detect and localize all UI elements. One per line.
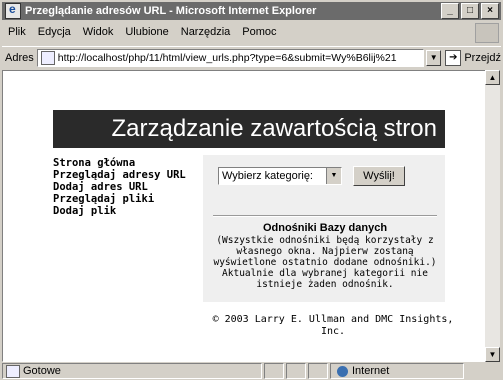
menu-file[interactable]: Plik [8, 26, 26, 38]
address-input[interactable]: http://localhost/php/11/html/view_urls.p… [36, 49, 424, 67]
menu-help[interactable]: Pomoc [242, 26, 276, 38]
go-button[interactable]: ➔ Przejdź [445, 50, 501, 66]
status-cell [264, 363, 284, 379]
address-dropdown-button[interactable]: ▼ [426, 50, 442, 66]
divider [213, 215, 437, 217]
close-button[interactable]: × [481, 3, 499, 19]
title-bar: Przeglądanie adresów URL - Microsoft Int… [2, 2, 501, 20]
menu-view[interactable]: Widok [83, 26, 114, 38]
address-url: http://localhost/php/11/html/view_urls.p… [57, 52, 397, 64]
nav-link-add-file[interactable]: Dodaj plik [53, 205, 186, 217]
page-viewport: Zarządzanie zawartością stron Strona głó… [2, 70, 486, 362]
links-text-line: (Wszystkie odnośniki będą korzystały z [216, 235, 434, 246]
links-text-line: wyświetlone ostatnio dodane odnośniki.) [213, 257, 437, 268]
windows-logo-icon [475, 23, 499, 43]
minimize-button[interactable]: _ [441, 3, 459, 19]
scroll-down-button[interactable]: ▼ [485, 347, 500, 362]
menu-edit[interactable]: Edycja [38, 26, 71, 38]
nav-link-home[interactable]: Strona główna [53, 157, 186, 169]
vertical-scrollbar[interactable]: ▲ ▼ [485, 70, 500, 362]
copyright-line: Inc. [320, 326, 346, 337]
nav-link-add-url[interactable]: Dodaj adres URL [53, 181, 186, 193]
category-select[interactable]: Wybierz kategorię: ▼ [218, 167, 342, 185]
category-select-value: Wybierz kategorię: [222, 170, 313, 182]
security-zone: Internet [330, 363, 464, 379]
status-cell [286, 363, 306, 379]
links-title: Odnośniki Bazy danych [262, 222, 388, 234]
links-text-line: istnieje żaden odnośnik. [256, 279, 394, 290]
status-text: Gotowe [23, 365, 61, 377]
submit-button[interactable]: Wyślij! [353, 166, 405, 186]
globe-icon [337, 365, 348, 377]
chevron-down-icon: ▼ [326, 168, 341, 184]
status-bar: Gotowe Internet [2, 363, 501, 379]
nav-link-browse-files[interactable]: Przeglądaj pliki [53, 193, 186, 205]
status-main: Gotowe [2, 363, 262, 379]
scroll-up-button[interactable]: ▲ [485, 70, 500, 85]
links-text-line: własnego okna. Najpierw zostaną [236, 246, 414, 257]
zone-label: Internet [352, 365, 390, 377]
go-arrow-icon: ➔ [445, 50, 462, 66]
page-banner: Zarządzanie zawartością stron [53, 110, 445, 148]
content-panel: Wybierz kategorię: ▼ Wyślij! Odnośniki B… [203, 155, 445, 302]
links-text-line: Aktualnie dla wybranej kategorii nie [222, 268, 428, 279]
status-cell [308, 363, 328, 379]
browser-window: Przeglądanie adresów URL - Microsoft Int… [0, 0, 503, 380]
menu-favorites[interactable]: Ulubione [125, 26, 168, 38]
address-label: Adres [5, 52, 34, 64]
copyright-line: © 2003 Larry E. Ullman and DMC Insights, [212, 314, 454, 325]
menu-bar: Plik Edycja Widok Ulubione Narzędzia Pom… [2, 22, 501, 43]
address-bar: Adres http://localhost/php/11/html/view_… [2, 46, 501, 69]
site-navigation: Strona główna Przeglądaj adresy URL Doda… [53, 157, 186, 217]
page-icon [40, 51, 55, 65]
maximize-button[interactable]: □ [461, 3, 479, 19]
menu-tools[interactable]: Narzędzia [181, 26, 231, 38]
go-label: Przejdź [464, 52, 501, 64]
page-done-icon [6, 364, 20, 378]
nav-link-browse-urls[interactable]: Przeglądaj adresy URL [53, 169, 186, 181]
links-info: Odnośniki Bazy danych (Wszystkie odnośni… [208, 222, 442, 291]
window-title: Przeglądanie adresów URL - Microsoft Int… [25, 5, 317, 17]
ie-logo-icon [5, 2, 21, 19]
copyright: © 2003 Larry E. Ullman and DMC Insights,… [203, 314, 463, 338]
